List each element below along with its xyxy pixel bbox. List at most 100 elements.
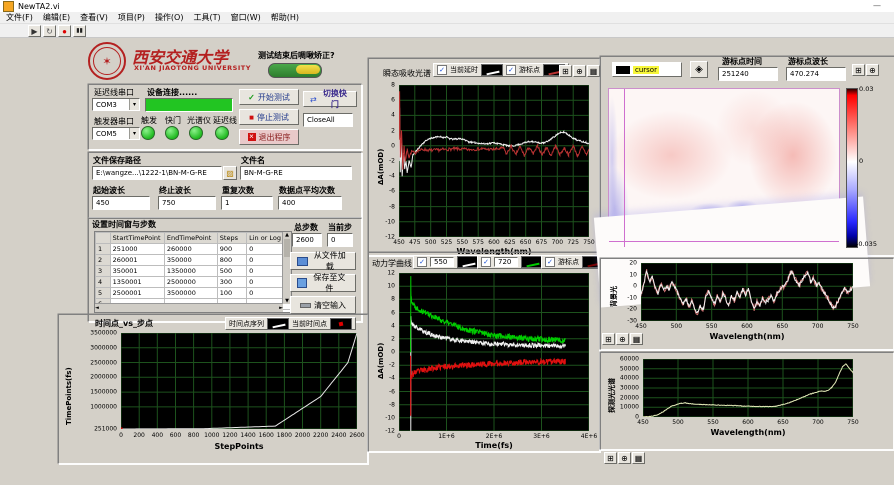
file-name-field[interactable]: BN-M-G-RE (240, 166, 352, 180)
current-step-field[interactable]: 0 (327, 233, 353, 247)
cursor-legend[interactable]: cursor (612, 62, 682, 77)
start-wavelength-field[interactable]: 450 (92, 196, 150, 210)
table-horizontal-scrollbar[interactable]: ◄► (95, 303, 283, 312)
chirp-correction-toggle[interactable] (268, 63, 322, 78)
plot-area[interactable] (399, 273, 589, 431)
graph-zoom-tool[interactable]: ⊕ (616, 333, 629, 345)
switch-shutter-button[interactable]: ⇄ 切换快门 (303, 91, 357, 107)
wavelength-720-field[interactable]: 720 (494, 257, 518, 267)
stop-wavelength-field[interactable]: 750 (158, 196, 216, 210)
transient-absorption-heatmap[interactable] (608, 88, 840, 248)
clear-input-button[interactable]: 清空输入 (290, 296, 356, 314)
table-row[interactable]: 335000113500005000 (96, 266, 291, 277)
heatmap-cursor-vertical[interactable] (624, 89, 625, 247)
checkbox-icon[interactable]: ✓ (417, 257, 427, 267)
table-cell[interactable]: 4 (96, 277, 111, 288)
menu-project[interactable]: 项目(P) (118, 12, 145, 23)
save-to-file-button[interactable]: 保存至文件 (290, 274, 356, 292)
menu-operate[interactable]: 操作(O) (155, 12, 184, 23)
table-cell[interactable]: 260001 (110, 255, 164, 266)
graph-pan-tool[interactable]: ▦ (630, 333, 643, 345)
table-cell[interactable]: 500 (217, 266, 246, 277)
avg-count-field[interactable]: 400 (278, 196, 342, 210)
plot-legend[interactable]: ✓ 当前延时 ✓ 游标点 (433, 63, 569, 77)
table-cell[interactable]: 260000 (164, 244, 217, 255)
table-cell[interactable]: 1350001 (110, 277, 164, 288)
run-icon[interactable]: ▶ (28, 25, 41, 37)
cursor-time-field[interactable]: 251240 (718, 67, 778, 81)
stop-test-button[interactable]: ■ 停止测试 (239, 109, 299, 125)
cursor-nav-button[interactable]: ◈ (690, 61, 708, 78)
table-cell[interactable]: 3 (96, 266, 111, 277)
table-cell[interactable]: 350001 (110, 266, 164, 277)
menu-window[interactable]: 窗口(W) (231, 12, 261, 23)
graph-zoom-tool[interactable]: ⊕ (618, 452, 631, 464)
start-test-button[interactable]: ✓ 开始测试 (239, 89, 299, 105)
minimize-button[interactable]: — (870, 1, 884, 11)
table-cell[interactable]: 900 (217, 244, 246, 255)
checkbox-icon[interactable]: ✓ (481, 257, 491, 267)
legend-550[interactable]: ✓ 550 (413, 255, 483, 269)
heatmap-cursor-horizontal[interactable] (609, 241, 839, 242)
load-from-file-button[interactable]: 从文件加载 (290, 252, 356, 270)
cursor-legend-label: cursor (633, 66, 659, 74)
abort-icon[interactable]: ● (58, 25, 71, 37)
checkbox-icon[interactable]: ✓ (437, 65, 447, 75)
total-steps-field[interactable]: 2600 (292, 233, 322, 247)
x-ticks: 450500550600650700750 (641, 323, 853, 331)
graph-zoom-tool[interactable]: ⊕ (573, 65, 586, 77)
plot-area[interactable] (399, 85, 589, 237)
table-cell[interactable]: 1 (96, 244, 111, 255)
stop-test-label: 停止测试 (257, 112, 289, 123)
table-cell[interactable]: 2500000 (164, 277, 217, 288)
checkbox-icon[interactable]: ✓ (506, 65, 516, 75)
delay-port-combo[interactable]: COM3 ▾ (92, 98, 140, 111)
table-cell[interactable]: 251000 (110, 244, 164, 255)
pause-icon[interactable]: ▮▮ (73, 25, 86, 37)
chevron-down-icon[interactable]: ▾ (129, 99, 139, 110)
table-row[interactable]: 12510002600009000 (96, 244, 291, 255)
table-row[interactable]: 4135000125000003000 (96, 277, 291, 288)
menu-file[interactable]: 文件(F) (6, 12, 33, 23)
table-cell[interactable]: 5 (96, 288, 111, 299)
legend-720[interactable]: ✓ 720 (477, 255, 547, 269)
graph-grid-tool[interactable]: ⊞ (852, 64, 865, 76)
table-row[interactable]: 5250000135000001000 (96, 288, 291, 299)
shutter-state-field[interactable]: CloseAll (303, 113, 353, 127)
graph-pan-tool[interactable]: ▦ (632, 452, 645, 464)
graph-grid-tool[interactable]: ⊞ (559, 65, 572, 77)
chevron-down-icon[interactable]: ▾ (129, 128, 139, 139)
table-cell[interactable]: 100 (217, 288, 246, 299)
table-cell[interactable]: 350000 (164, 255, 217, 266)
plot-area[interactable] (641, 263, 853, 321)
table-row[interactable]: 22600013500008000 (96, 255, 291, 266)
wavelength-550-field[interactable]: 550 (430, 257, 454, 267)
file-path-field[interactable]: E:\wangze...\1222-1\BN-M-G-RE (92, 166, 222, 180)
repeat-count-field[interactable]: 1 (221, 196, 273, 210)
plot-legend[interactable]: 时间点序列 当前时间点 (225, 317, 356, 330)
browse-folder-button[interactable]: ▨ (223, 166, 237, 180)
menu-edit[interactable]: 编辑(E) (43, 12, 70, 23)
graph-pan-tool[interactable]: ▦ (587, 65, 600, 77)
menu-tools[interactable]: 工具(T) (193, 12, 220, 23)
run-continuous-icon[interactable]: ↻ (43, 25, 56, 37)
table-cell[interactable]: 2 (96, 255, 111, 266)
table-cell[interactable]: 2500001 (110, 288, 164, 299)
table-cell[interactable]: 1350000 (164, 266, 217, 277)
graph-grid-tool[interactable]: ⊞ (604, 452, 617, 464)
menu-help[interactable]: 帮助(H) (271, 12, 299, 23)
plot-area[interactable] (643, 359, 853, 417)
time-table[interactable]: StartTimePointEndTimePointStepsLin or Lo… (95, 232, 291, 310)
table-cell[interactable]: 3500000 (164, 288, 217, 299)
graph-grid-tool[interactable]: ⊞ (602, 333, 615, 345)
menu-view[interactable]: 查看(V) (80, 12, 108, 23)
exit-program-button[interactable]: × 退出程序 (239, 129, 299, 145)
trigger-port-combo[interactable]: COM5 ▾ (92, 127, 140, 140)
table-cell[interactable]: 800 (217, 255, 246, 266)
plot-area[interactable] (121, 333, 357, 429)
table-cell[interactable]: 300 (217, 277, 246, 288)
checkbox-icon[interactable]: ✓ (545, 257, 555, 267)
time-table-container[interactable]: StartTimePointEndTimePointStepsLin or Lo… (94, 231, 292, 313)
graph-zoom-tool[interactable]: ⊕ (866, 64, 879, 76)
cursor-wavelength-field[interactable]: 470.274 (786, 67, 846, 81)
